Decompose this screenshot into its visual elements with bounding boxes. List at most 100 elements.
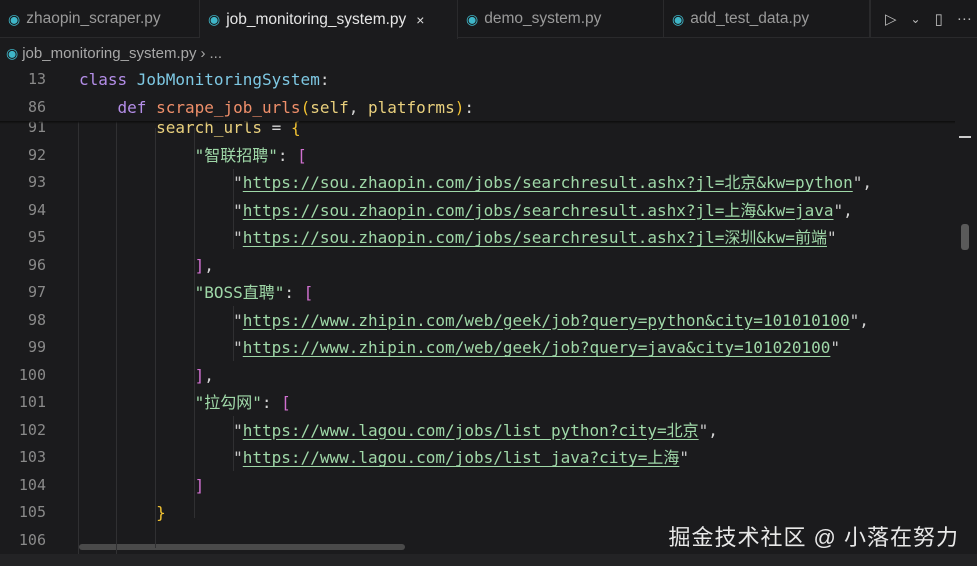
line-number: 101 (18, 393, 46, 411)
indent-guide (155, 128, 156, 548)
code-token: , (708, 420, 718, 440)
code-token: "拉勾网" (194, 393, 262, 412)
tab-label: add_test_data.py (690, 10, 810, 27)
code-text: "BOSS直聘": [ (79, 279, 314, 307)
url-link[interactable]: https://sou.zhaopin.com/jobs/searchresul… (243, 173, 853, 192)
sticky-scroll-line[interactable]: 86 def scrape_job_urls(self, platforms): (0, 93, 955, 122)
breadcrumb: ◉ job_monitoring_system.py › ... (6, 42, 222, 64)
code-text: def scrape_job_urls(self, platforms): (79, 94, 474, 122)
url-link[interactable]: https://www.lagou.com/jobs/list_python?c… (243, 421, 699, 440)
code-text: "拉勾网": [ (79, 389, 291, 417)
code-token: " (233, 200, 243, 220)
line-number: 93 (27, 173, 46, 191)
url-link[interactable]: https://sou.zhaopin.com/jobs/searchresul… (243, 228, 827, 247)
code-line[interactable]: 97 "BOSS直聘": [ (0, 279, 955, 307)
url-link[interactable]: https://www.lagou.com/jobs/list_java?cit… (243, 448, 680, 467)
tab-demo-system-py[interactable]: ◉ demo_system.py (458, 0, 664, 38)
code-token: ] (194, 365, 205, 385)
code-line[interactable]: 101 "拉勾网": [ (0, 389, 955, 417)
code-token: "BOSS直聘" (194, 283, 285, 302)
code-token: ] (194, 475, 205, 495)
watermark: 掘金技术社区 @ 小落在努力 (668, 525, 959, 550)
code-line[interactable]: 98 "https://www.zhipin.com/web/geek/job?… (0, 307, 955, 335)
horizontal-scrollbar[interactable] (79, 544, 405, 550)
code-token: class (79, 70, 137, 89)
close-icon[interactable]: × (416, 12, 424, 28)
tab-bar: ◉ zhaopin_scraper.py ◉ job_monitoring_syste… (0, 0, 977, 39)
tab-job-monitoring-system-py[interactable]: ◉ job_monitoring_system.py × (200, 0, 458, 39)
breadcrumb-file[interactable]: job_monitoring_system.py (22, 45, 196, 62)
code-line[interactable]: 103 "https://www.lagou.com/jobs/list_jav… (0, 444, 955, 472)
indent-guide (78, 66, 79, 554)
code-token: " (833, 200, 844, 220)
indent-guide (116, 66, 117, 554)
line-number: 86 (27, 97, 46, 116)
url-link[interactable]: https://www.zhipin.com/web/geek/job?quer… (243, 311, 850, 330)
code-text: "https://www.lagou.com/jobs/list_java?ci… (79, 444, 689, 472)
line-number: 94 (27, 200, 46, 219)
line-number: 92 (27, 145, 46, 164)
code-token: " (852, 173, 863, 192)
line-number: 106 (18, 530, 46, 549)
chevron-down-icon[interactable]: ⌄ (911, 12, 921, 26)
run-icon[interactable]: ▷ (885, 10, 897, 28)
code-line[interactable]: 95 "https://sou.zhaopin.com/jobs/searchr… (0, 224, 955, 252)
code-line[interactable]: 92 "智联招聘": [ (0, 142, 955, 170)
more-actions-icon[interactable]: ··· (957, 10, 972, 27)
code-token: " (233, 448, 243, 467)
code-token: [ (303, 283, 314, 302)
code-token: , (204, 365, 214, 385)
tab-zhaopin-scraper-py[interactable]: ◉ zhaopin_scraper.py (0, 0, 200, 38)
code-token: " (233, 338, 243, 357)
line-number: 95 (27, 228, 46, 246)
code-line[interactable]: 100 ], (0, 362, 955, 390)
code-token: , (859, 310, 869, 330)
line-number: 102 (18, 420, 46, 439)
code-token: : (464, 97, 474, 117)
code-editor[interactable]: 13 class JobMonitoringSystem: 86 def scrap… (0, 66, 977, 554)
tab-add-test-data-py[interactable]: ◉ add_test_data.py (664, 0, 870, 38)
indent-guide (233, 169, 234, 249)
code-token: self (310, 97, 349, 117)
code-token: " (233, 228, 243, 247)
line-number: 104 (18, 475, 46, 494)
code-token: " (698, 420, 709, 440)
code-token: JobMonitoringSystem (136, 70, 320, 89)
breadcrumb-more[interactable]: ... (209, 45, 222, 62)
code-line[interactable]: 99 "https://www.zhipin.com/web/geek/job?… (0, 334, 955, 362)
code-token: : (277, 145, 298, 165)
code-line[interactable]: 94 "https://sou.zhaopin.com/jobs/searchr… (0, 197, 955, 225)
url-link[interactable]: https://sou.zhaopin.com/jobs/searchresul… (243, 201, 834, 220)
code-line[interactable]: 104 ] (0, 472, 955, 500)
python-file-icon: ◉ (208, 11, 221, 27)
vertical-scrollbar[interactable] (961, 224, 969, 250)
editor-actions: ▷ ⌄ ▯ ··· (870, 0, 977, 37)
url-link[interactable]: https://www.zhipin.com/web/geek/job?quer… (243, 338, 831, 357)
line-number: 96 (27, 255, 46, 274)
code-token: : (319, 70, 330, 89)
code-token: def (117, 97, 157, 117)
line-number: 99 (27, 338, 46, 356)
code-token: [ (297, 145, 307, 165)
code-line[interactable]: 93 "https://sou.zhaopin.com/jobs/searchr… (0, 169, 955, 197)
sticky-scroll-line[interactable]: 13 class JobMonitoringSystem: (0, 66, 955, 94)
split-editor-icon[interactable]: ▯ (935, 10, 943, 28)
tab-label: demo_system.py (484, 10, 602, 27)
code-line[interactable]: 96 ], (0, 252, 955, 280)
code-line[interactable]: 102 "https://www.lagou.com/jobs/list_pyt… (0, 417, 955, 445)
code-token: : (261, 393, 282, 412)
code-token: , (843, 200, 853, 220)
code-token: ] (194, 255, 205, 275)
code-text: ] (79, 472, 205, 500)
code-text: } (79, 499, 166, 527)
code-text: "https://www.zhipin.com/web/geek/job?que… (79, 307, 869, 335)
python-file-icon: ◉ (8, 10, 21, 27)
